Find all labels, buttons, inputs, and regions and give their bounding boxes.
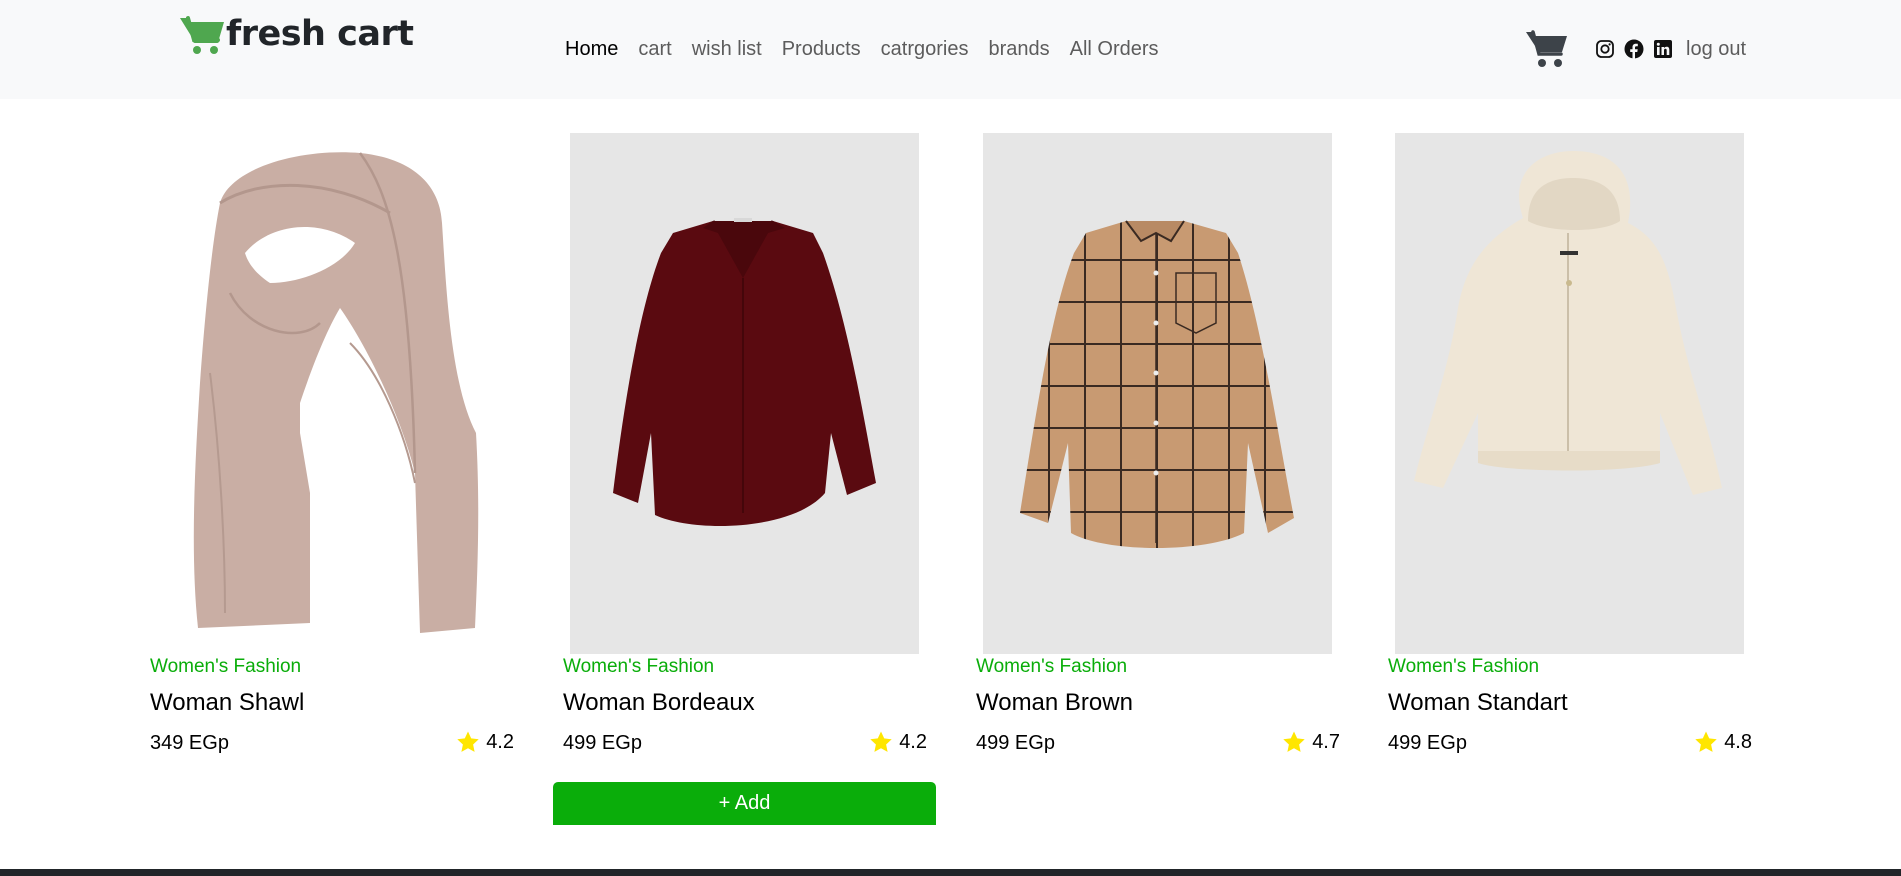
nav-link-wish-list[interactable]: wish list [692, 37, 762, 61]
product-image-brown[interactable] [976, 133, 1340, 654]
product-rating: 4.2 [869, 730, 927, 754]
product-category: Women's Fashion [1388, 656, 1540, 677]
right-nav: log out [1525, 26, 1746, 72]
product-title: Woman Shawl [150, 689, 305, 716]
logout-link[interactable]: log out [1686, 37, 1746, 61]
instagram-icon[interactable] [1595, 39, 1615, 59]
nav-link-brands[interactable]: brands [988, 37, 1049, 61]
product-image-shawl[interactable] [150, 133, 514, 654]
brand-logo[interactable]: fresh cart [178, 12, 414, 56]
cart-icon [180, 16, 224, 54]
product-price: 349 EGp [150, 732, 229, 754]
product-image-standart[interactable] [1388, 133, 1752, 654]
product-price: 499 EGp [1388, 732, 1467, 754]
main-nav: Home cart wish list Products catrgories … [565, 37, 1179, 61]
product-category: Women's Fashion [150, 656, 302, 677]
rating-value: 4.8 [1724, 730, 1752, 753]
product-rating: 4.7 [1282, 730, 1340, 754]
product-image-bordeaux[interactable] [563, 133, 927, 654]
product-rating: 4.8 [1694, 730, 1752, 754]
nav-link-cart[interactable]: cart [638, 37, 671, 61]
product-title: Woman Bordeaux [563, 689, 755, 716]
rating-value: 4.2 [899, 730, 927, 753]
facebook-icon[interactable] [1624, 39, 1644, 59]
product-category: Women's Fashion [976, 656, 1128, 677]
product-title: Woman Standart [1388, 689, 1568, 716]
nav-link-home[interactable]: Home [565, 37, 618, 61]
nav-link-products[interactable]: Products [782, 37, 861, 61]
shopping-cart-icon[interactable] [1525, 29, 1569, 69]
star-icon [1283, 731, 1305, 752]
brand-name: fresh cart [226, 13, 414, 54]
navbar: fresh cart Home cart wish list Products … [0, 0, 1901, 99]
nav-link-all-orders[interactable]: All Orders [1070, 37, 1159, 61]
product-price: 499 EGp [976, 732, 1055, 754]
add-to-cart-button[interactable]: + Add [553, 782, 936, 825]
star-icon [1695, 731, 1717, 752]
rating-value: 4.7 [1312, 730, 1340, 753]
product-title: Woman Brown [976, 689, 1133, 716]
star-icon [457, 731, 479, 752]
star-icon [870, 731, 892, 752]
nav-link-categories[interactable]: catrgories [881, 37, 969, 61]
product-category: Women's Fashion [563, 656, 715, 677]
rating-value: 4.2 [486, 730, 514, 753]
linkedin-icon[interactable] [1653, 39, 1673, 59]
product-price: 499 EGp [563, 732, 642, 754]
footer [0, 869, 1901, 876]
product-rating: 4.2 [456, 730, 514, 754]
